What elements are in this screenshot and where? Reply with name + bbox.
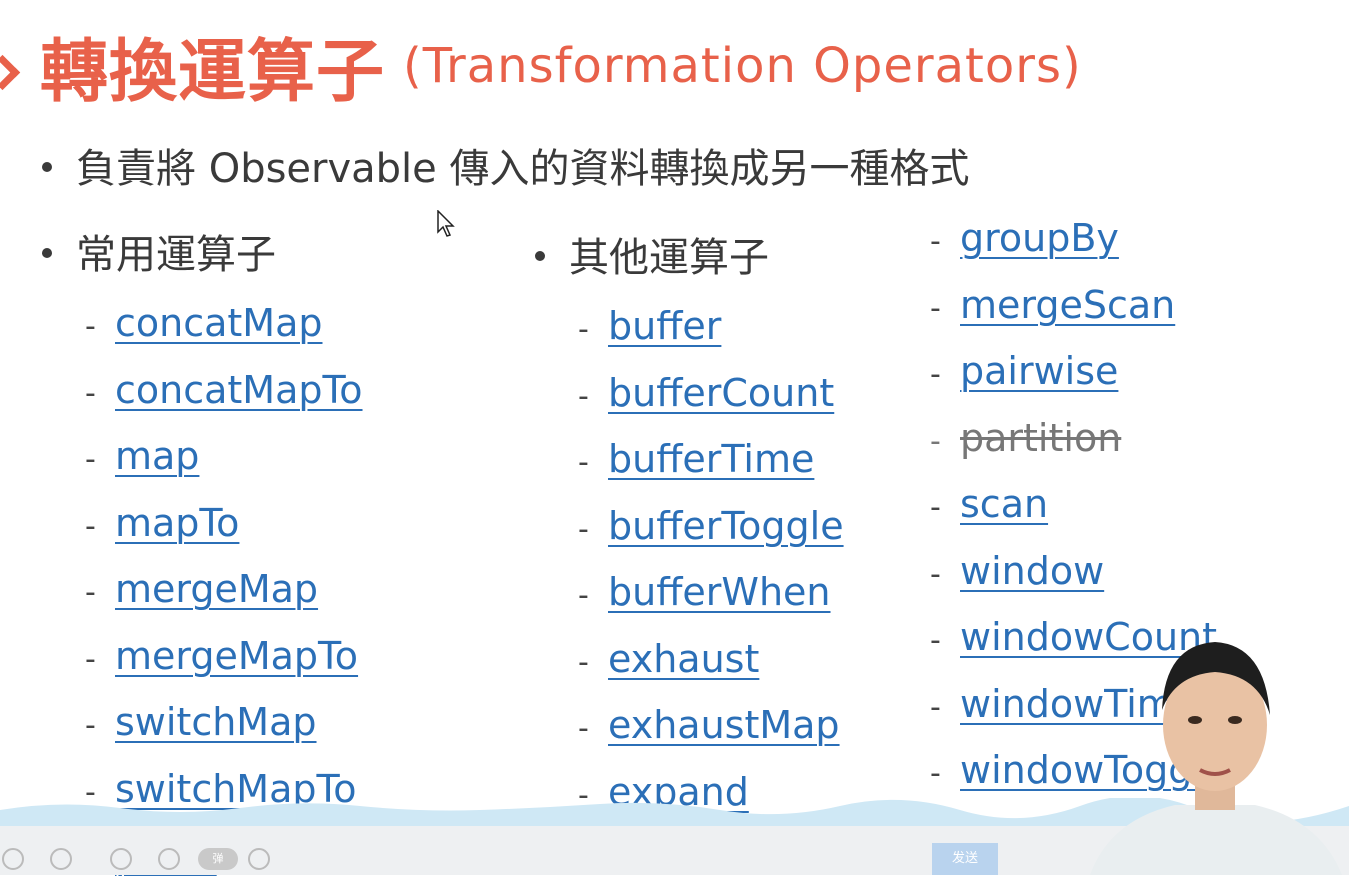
common-operator-item: - mapTo <box>85 490 363 557</box>
other-operator-list: - buffer - bufferCount - bufferTime - bufferTog… <box>578 293 844 825</box>
bullet-dot-icon <box>535 251 545 261</box>
more-operator-item: - mergeScan <box>930 272 1226 339</box>
presenter-webcam <box>1090 642 1342 875</box>
bullet-dot-icon <box>42 248 52 258</box>
dash-icon: - <box>85 375 96 411</box>
common-operator-link[interactable]: concatMap <box>115 301 323 345</box>
more-operator-link[interactable]: groupBy <box>960 216 1119 260</box>
dash-icon: - <box>85 708 96 743</box>
common-operator-item: - map <box>85 423 363 490</box>
more-operator-item: - pairwise <box>930 338 1226 405</box>
send-button[interactable]: 发送 <box>932 843 998 875</box>
title-text: 轉換運算子 (Transformation Operators) <box>40 16 1082 115</box>
common-operator-link[interactable]: mergeMap <box>115 567 318 611</box>
dash-icon: - <box>930 357 941 392</box>
dash-icon: - <box>578 312 589 347</box>
more-operator-link[interactable]: pairwise <box>960 349 1118 393</box>
other-operator-link[interactable]: bufferWhen <box>608 570 831 614</box>
more-operator-link[interactable]: mergeScan <box>960 283 1175 327</box>
dash-icon: - <box>85 309 96 344</box>
chevron-right-icon <box>0 54 21 91</box>
dash-icon: - <box>578 511 589 547</box>
more-operator-link[interactable]: partition <box>960 416 1121 460</box>
dash-icon: - <box>578 445 589 480</box>
dash-icon: - <box>578 578 589 613</box>
other-operator-link[interactable]: bufferToggle <box>608 504 844 548</box>
dash-icon: - <box>930 224 941 259</box>
common-operator-link[interactable]: map <box>115 434 199 478</box>
dash-icon: - <box>578 644 589 680</box>
other-operator-link[interactable]: bufferCount <box>608 371 834 415</box>
dash-icon: - <box>85 508 96 544</box>
more-operator-item: - window <box>930 538 1226 605</box>
title-zh: 轉換運算子 <box>40 33 386 112</box>
other-heading: 其他運算子 <box>569 235 769 281</box>
other-operator-item: - bufferTime <box>578 426 844 493</box>
other-operator-link[interactable]: bufferTime <box>608 437 814 481</box>
other-operator-item: - bufferWhen <box>578 559 844 626</box>
dash-icon: - <box>930 423 941 459</box>
common-operator-link[interactable]: mapTo <box>115 501 239 545</box>
bullet-other: 其他運算子 <box>535 225 769 283</box>
title-en: (Transformation Operators) <box>403 37 1082 94</box>
bullet-common: 常用運算子 <box>42 222 276 280</box>
common-operator-item: - switchMap <box>85 689 363 756</box>
more-operator-link[interactable]: scan <box>960 482 1048 526</box>
bullet-description: 負責將 Observable 傳入的資料轉換成另一種格式 <box>42 136 970 194</box>
common-operator-link[interactable]: concatMapTo <box>115 368 363 412</box>
other-operator-link[interactable]: exhaust <box>608 637 759 681</box>
other-operator-item: - bufferToggle <box>578 493 844 560</box>
more-operator-item: - scan <box>930 471 1226 538</box>
description-text: 負責將 Observable 傳入的資料轉換成另一種格式 <box>76 146 970 192</box>
dash-icon: - <box>930 490 941 525</box>
settings-icon[interactable] <box>110 848 132 870</box>
other-operator-link[interactable]: buffer <box>608 304 721 348</box>
dash-icon: - <box>85 575 96 610</box>
slide-title: 轉換運算子 (Transformation Operators) <box>0 8 1349 118</box>
other-operator-item: - buffer <box>578 293 844 360</box>
bullet-dot-icon <box>42 162 52 172</box>
dash-icon: - <box>578 378 589 414</box>
dash-icon: - <box>930 623 941 658</box>
edit-icon[interactable] <box>50 848 72 870</box>
dash-icon: - <box>85 641 96 677</box>
dash-icon: - <box>930 290 941 326</box>
danmaku-toggle[interactable]: 弹 <box>198 848 238 870</box>
other-operator-item: - exhaust <box>578 626 844 693</box>
common-operator-item: - mergeMapTo <box>85 623 363 690</box>
dash-icon: - <box>85 442 96 477</box>
other-operator-item: - exhaustMap <box>578 692 844 759</box>
common-heading: 常用運算子 <box>76 232 276 278</box>
speed-icon[interactable] <box>158 848 180 870</box>
dash-icon: - <box>930 556 941 592</box>
common-operator-item: - concatMap <box>85 290 363 357</box>
play-icon[interactable] <box>2 848 24 870</box>
more-operator-item: - groupBy <box>930 205 1226 272</box>
minus-icon[interactable] <box>248 848 270 870</box>
common-operator-item: - concatMapTo <box>85 357 363 424</box>
more-operator-link[interactable]: window <box>960 549 1104 593</box>
more-operator-item: - partition <box>930 405 1226 472</box>
other-operator-item: - bufferCount <box>578 360 844 427</box>
common-operator-item: - mergeMap <box>85 556 363 623</box>
common-operator-link[interactable]: mergeMapTo <box>115 634 358 678</box>
other-operator-link[interactable]: exhaustMap <box>608 703 840 747</box>
dash-icon: - <box>930 689 941 725</box>
dash-icon: - <box>578 711 589 746</box>
common-operator-link[interactable]: switchMap <box>115 700 317 744</box>
